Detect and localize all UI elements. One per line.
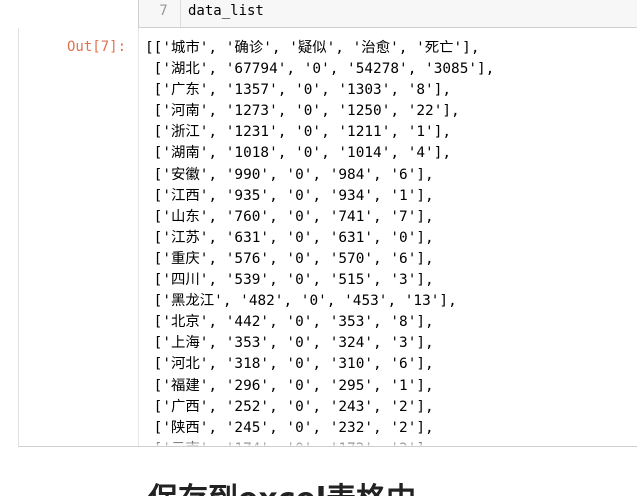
output-line: ['江西', '935', '0', '934', '1'], bbox=[145, 187, 434, 204]
output-scroll-area[interactable]: [['城市', '确诊', '疑似', '治愈', '死亡'], ['湖北', … bbox=[138, 28, 637, 446]
output-line: ['河南', '1273', '0', '1250', '22'], bbox=[145, 103, 460, 120]
output-cell: Out[7]: [['城市', '确诊', '疑似', '治愈', '死亡'],… bbox=[18, 28, 637, 447]
line-number: 7 bbox=[139, 0, 181, 27]
output-text: [['城市', '确诊', '疑似', '治愈', '死亡'], ['湖北', … bbox=[145, 38, 494, 446]
output-line: ['广西', '252', '0', '243', '2'], bbox=[145, 398, 434, 415]
output-line: ['江苏', '631', '0', '631', '0'], bbox=[145, 229, 434, 246]
output-line: ['福建', '296', '0', '295', '1'], bbox=[145, 377, 434, 394]
output-line: ['湖南', '1018', '0', '1014', '4'], bbox=[145, 145, 452, 162]
output-line: ['黑龙江', '482', '0', '453', '13'], bbox=[145, 293, 457, 310]
output-line: ['山东', '760', '0', '741', '7'], bbox=[145, 208, 434, 225]
markdown-heading: 保存到excel表格中 bbox=[148, 482, 416, 496]
output-line: ['四川', '539', '0', '515', '3'], bbox=[145, 272, 434, 289]
output-line: ['北京', '442', '0', '353', '8'], bbox=[145, 314, 434, 331]
output-line: [['城市', '确诊', '疑似', '治愈', '死亡'], bbox=[145, 40, 480, 56]
output-line: ['安徽', '990', '0', '984', '6'], bbox=[145, 166, 434, 183]
output-line: ['陕西', '245', '0', '232', '2'], bbox=[145, 419, 434, 436]
output-prompt: Out[7]: bbox=[67, 39, 127, 55]
output-line: ['河北', '318', '0', '310', '6'], bbox=[145, 356, 434, 373]
code-editor[interactable]: data_list bbox=[188, 0, 264, 22]
output-line: ['上海', '353', '0', '324', '3'], bbox=[145, 335, 434, 352]
output-line: ['浙江', '1231', '0', '1211', '1'], bbox=[145, 124, 452, 141]
output-line: ['湖北', '67794', '0', '54278', '3085'], bbox=[145, 61, 495, 78]
output-line: ['广东', '1357', '0', '1303', '8'], bbox=[145, 82, 452, 99]
output-line: ['重庆', '576', '0', '570', '6'], bbox=[145, 250, 434, 267]
scroll-fade bbox=[139, 438, 637, 446]
input-cell[interactable]: 7 data_list bbox=[138, 0, 637, 28]
notebook-page: 7 data_list Out[7]: [['城市', '确诊', '疑似', … bbox=[0, 0, 637, 496]
